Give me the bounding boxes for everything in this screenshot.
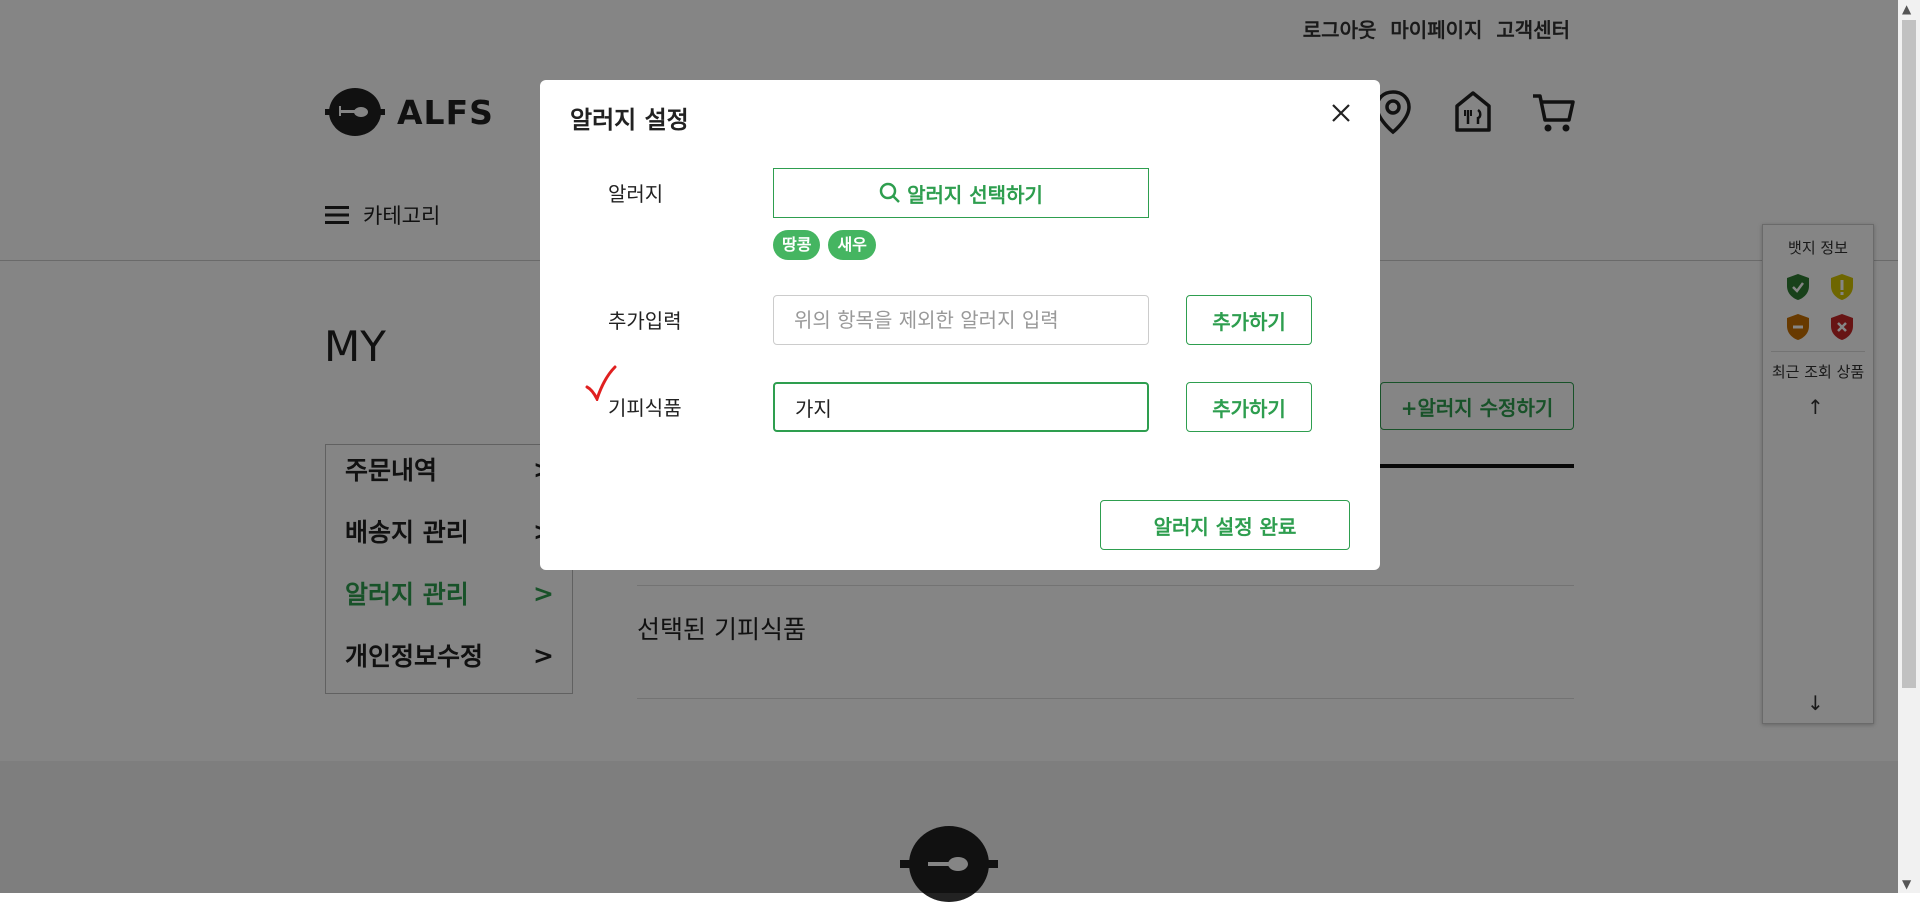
scrollbar-thumb[interactable] [1902,20,1916,688]
select-allergy-label: 알러지 선택하기 [907,182,1043,207]
extra-allergy-input[interactable] [773,295,1149,345]
extra-add-button[interactable]: 추가하기 [1186,295,1312,345]
allergy-tags: 땅콩 새우 [773,230,876,260]
close-icon[interactable] [1330,102,1352,124]
allergy-tag[interactable]: 새우 [828,230,876,260]
allergy-tag[interactable]: 땅콩 [773,230,821,260]
avoid-food-input[interactable] [773,382,1149,432]
allergy-settings-done-button[interactable]: 알러지 설정 완료 [1100,500,1350,550]
avoid-add-button[interactable]: 추가하기 [1186,382,1312,432]
allergy-label: 알러지 [608,182,664,206]
extra-input-label: 추가입력 [608,309,682,333]
page-scrollbar[interactable]: ▲ ▼ [1898,0,1920,893]
select-allergy-button[interactable]: 알러지 선택하기 [773,168,1149,218]
search-icon [879,182,900,203]
allergy-settings-modal: 알러지 설정 알러지 알러지 선택하기 땅콩 새우 추가입력 추가하기 기피식품… [540,80,1380,570]
avoid-food-label: 기피식품 [608,396,682,420]
modal-title: 알러지 설정 [570,106,689,134]
scrollbar-down-icon[interactable]: ▼ [1902,877,1911,891]
scrollbar-up-icon[interactable]: ▲ [1902,2,1911,16]
